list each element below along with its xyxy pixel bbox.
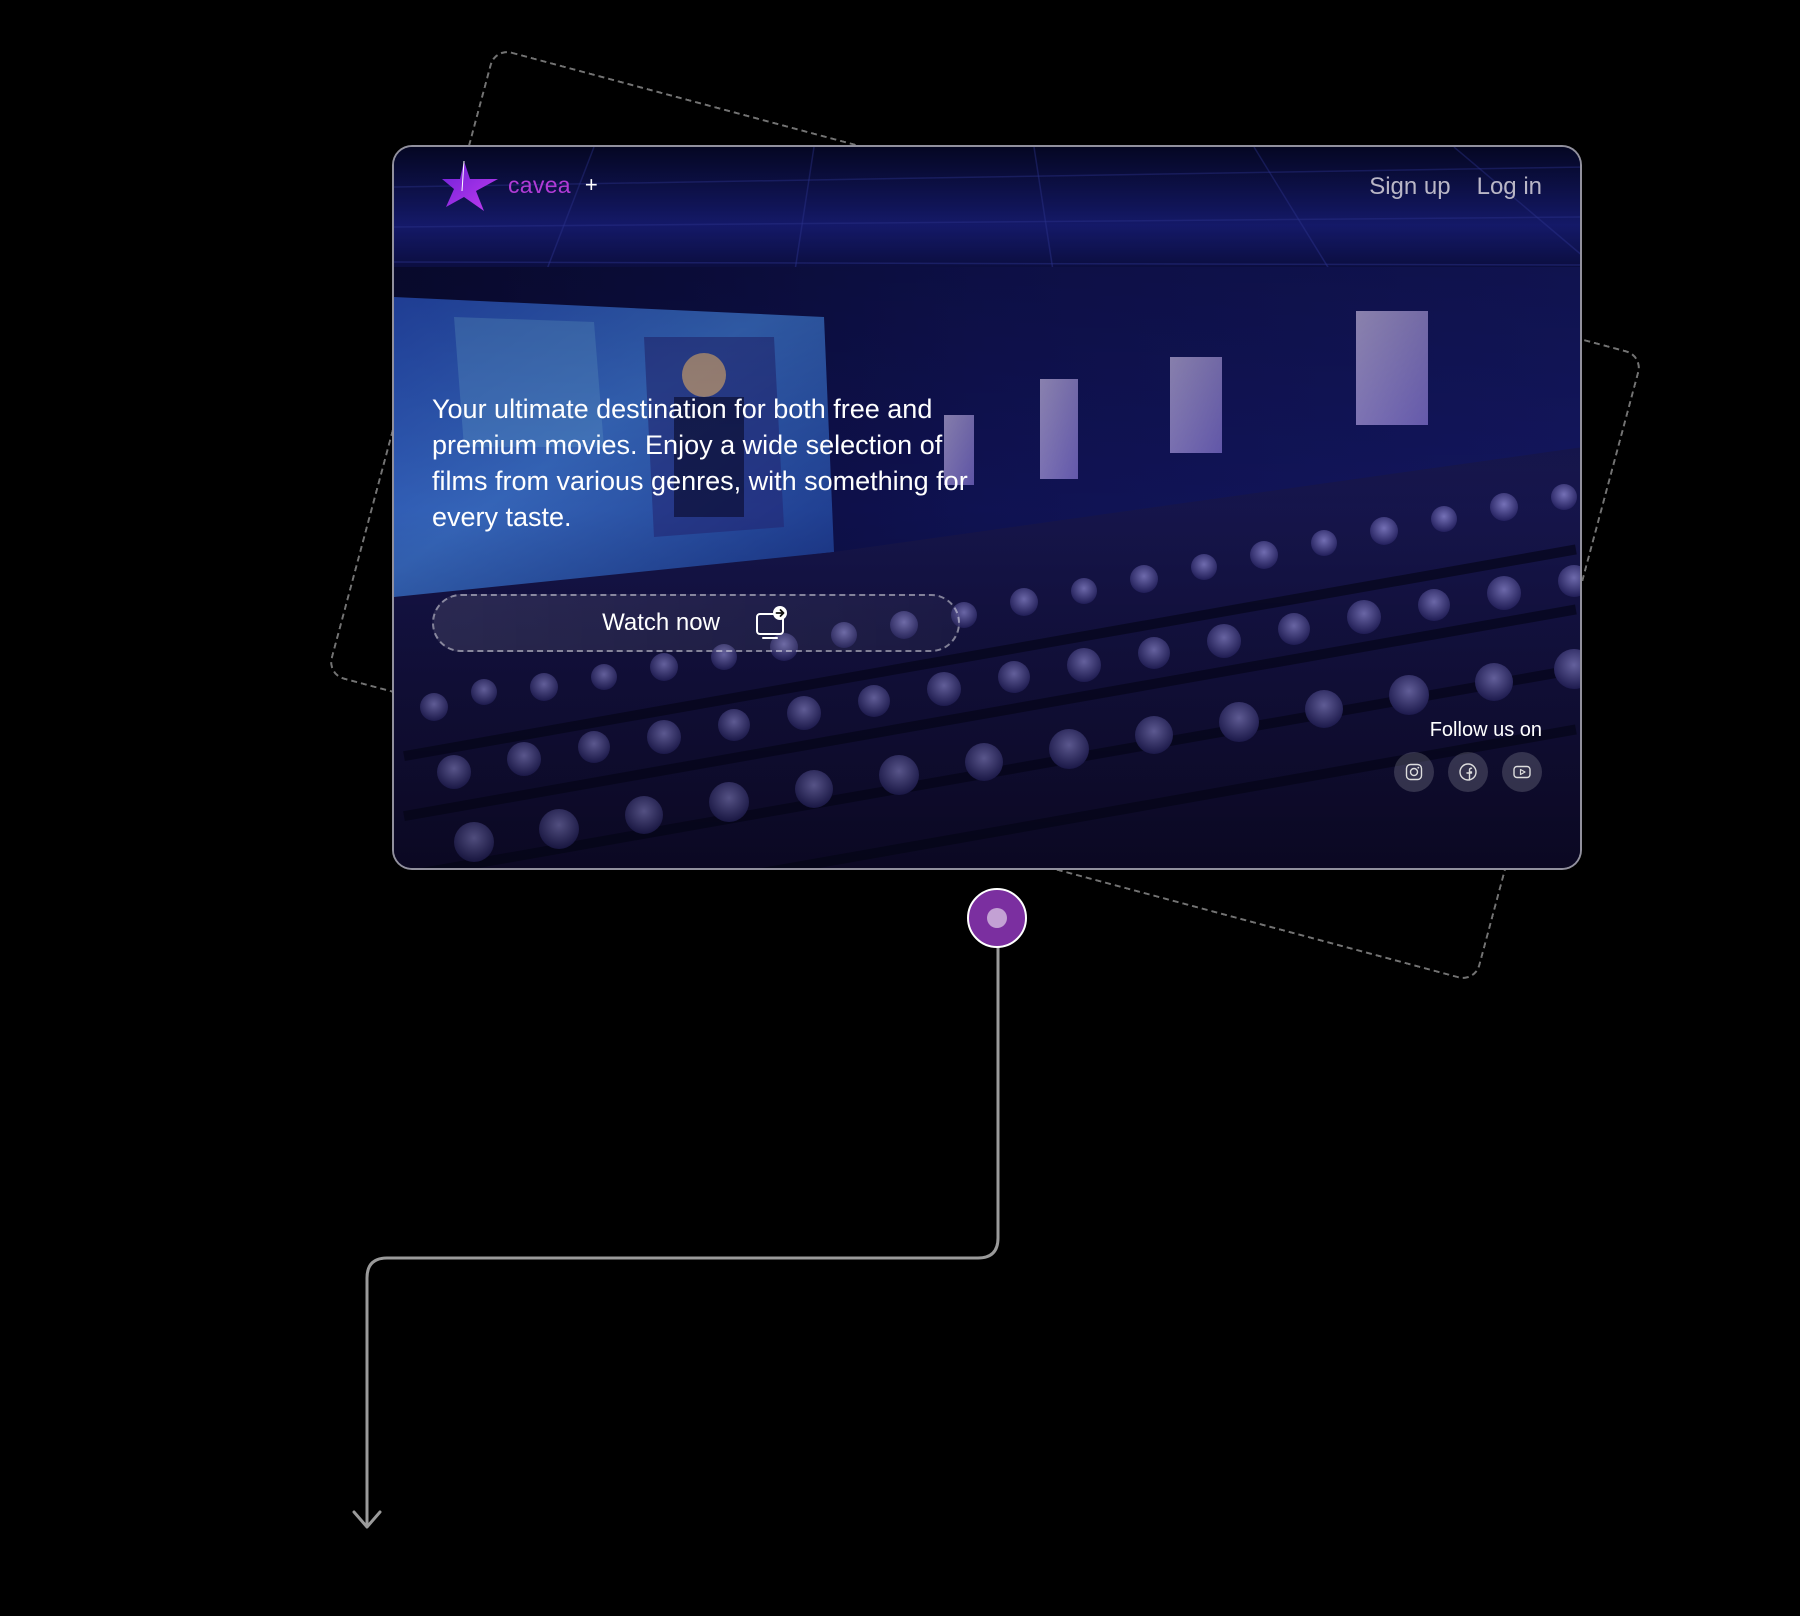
instagram-icon [1405, 763, 1423, 781]
watch-now-label: Watch now [602, 609, 720, 636]
connector-line [365, 918, 1000, 1525]
follow-label: Follow us on [1429, 719, 1542, 741]
connector-node[interactable] [967, 888, 1027, 948]
social-follow: Follow us on [1394, 719, 1542, 792]
instagram-button[interactable] [1394, 752, 1434, 792]
auth-links: Sign up Log in [1369, 173, 1542, 201]
facebook-icon [1459, 763, 1477, 781]
screen-arrow-icon [755, 606, 787, 639]
connector-node-dot [987, 908, 1007, 928]
top-navigation: cavea + Sign up Log in [394, 147, 1580, 227]
brand-plus: + [584, 172, 598, 197]
facebook-button[interactable] [1448, 752, 1488, 792]
brand-logo[interactable]: cavea + [442, 159, 598, 211]
hero-tagline: Your ultimate destination for both free … [432, 394, 968, 532]
star-logo-icon [442, 160, 498, 211]
watch-now-button[interactable]: Watch now [432, 594, 960, 652]
brand-name: cavea [508, 171, 571, 198]
youtube-button[interactable] [1502, 752, 1542, 792]
signup-link[interactable]: Sign up [1369, 173, 1450, 201]
arrow-down-icon [352, 1510, 382, 1529]
canvas: cavea + Sign up Log in Your ultimate des… [0, 0, 1800, 1616]
youtube-icon [1513, 765, 1531, 779]
social-links [1394, 752, 1542, 792]
hero-card: cavea + Sign up Log in Your ultimate des… [392, 145, 1582, 870]
login-link[interactable]: Log in [1477, 173, 1542, 201]
